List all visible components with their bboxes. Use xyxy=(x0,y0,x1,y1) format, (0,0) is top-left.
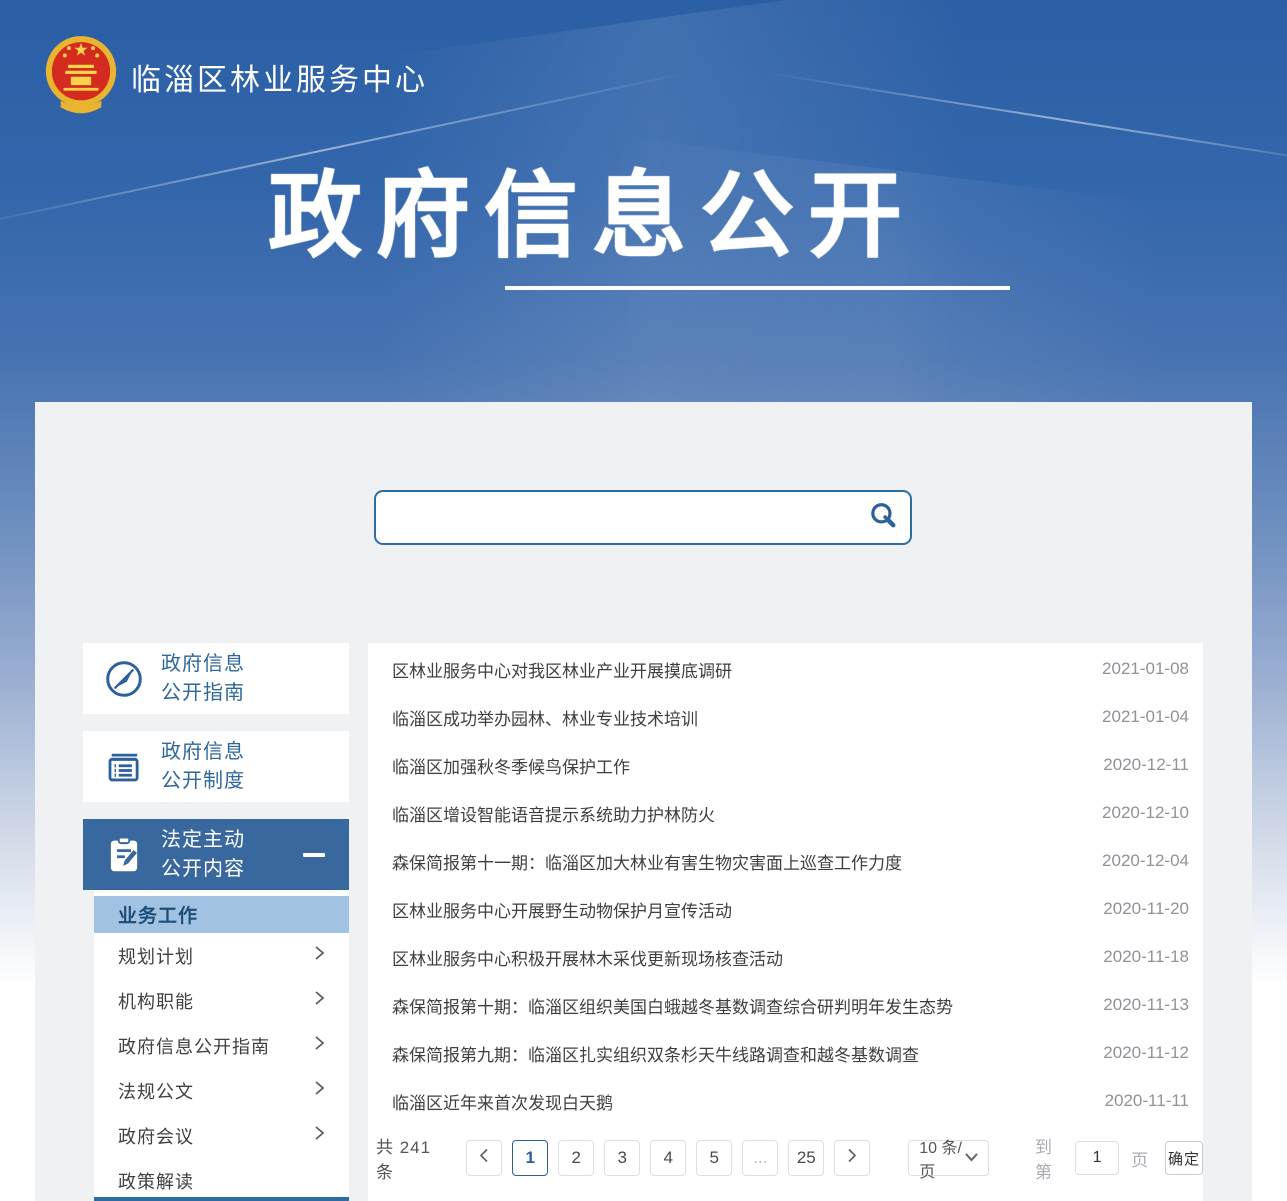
goto-suffix-label: 页 xyxy=(1131,1146,1149,1171)
article-row: 区林业服务中心对我区林业产业开展摸底调研 2021-01-08 xyxy=(368,645,1203,693)
submenu-item-functions[interactable]: 机构职能 xyxy=(94,978,349,1023)
article-list: 区林业服务中心对我区林业产业开展摸底调研 2021-01-08 临淄区成功举办园… xyxy=(368,643,1203,1201)
collapse-minus-icon[interactable] xyxy=(303,853,325,857)
article-date: 2020-11-11 xyxy=(1105,1091,1189,1111)
search-button[interactable] xyxy=(856,492,910,543)
article-row: 森保简报第十期：临淄区组织美国白蛾越冬基数调查综合研判明年发生态势 2020-1… xyxy=(368,981,1203,1029)
pagination: 共 241 条 1 2 3 4 5 ... 25 xyxy=(368,1133,1203,1183)
article-date: 2020-12-10 xyxy=(1102,803,1189,823)
article-title-link[interactable]: 森保简报第十期：临淄区组织美国白蛾越冬基数调查综合研判明年发生态势 xyxy=(392,993,953,1018)
article-date: 2020-11-18 xyxy=(1103,947,1189,967)
article-title-link[interactable]: 临淄区加强秋冬季候鸟保护工作 xyxy=(392,753,630,778)
compass-icon xyxy=(103,658,145,700)
sidebar-item-label: 法定主动 公开内容 xyxy=(161,826,245,884)
article-row: 区林业服务中心积极开展林木采伐更新现场核查活动 2020-11-18 xyxy=(368,933,1203,981)
submenu-item-regulations[interactable]: 法规公文 xyxy=(94,1068,349,1113)
chevron-right-icon xyxy=(314,1125,325,1146)
article-date: 2020-11-13 xyxy=(1103,995,1189,1015)
submenu-item-info-guide[interactable]: 政府信息公开指南 xyxy=(94,1023,349,1068)
search-input[interactable] xyxy=(376,492,856,543)
article-title-link[interactable]: 临淄区增设智能语音提示系统助力护林防火 xyxy=(392,801,715,826)
page-button-2[interactable]: 2 xyxy=(558,1140,594,1176)
submenu-item-business-work-active[interactable]: 业务工作 xyxy=(94,896,349,933)
article-date: 2020-12-11 xyxy=(1103,755,1189,775)
national-emblem-icon xyxy=(44,34,118,119)
article-date: 2020-11-20 xyxy=(1103,899,1189,919)
sidebar-item-label: 政府信息 公开指南 xyxy=(161,650,245,708)
article-date: 2021-01-04 xyxy=(1102,707,1189,727)
chevron-left-icon xyxy=(479,1148,489,1168)
submenu-item-meetings[interactable]: 政府会议 xyxy=(94,1113,349,1158)
article-title-link[interactable]: 森保简报第十一期：临淄区加大林业有害生物灾害面上巡查工作力度 xyxy=(392,849,902,874)
page-button-4[interactable]: 4 xyxy=(650,1140,686,1176)
chevron-right-icon xyxy=(314,1080,325,1101)
sidebar-item-open-guide[interactable]: 政府信息 公开指南 xyxy=(83,643,349,714)
confirm-button[interactable]: 确定 xyxy=(1165,1141,1203,1175)
chevron-right-icon xyxy=(314,990,325,1011)
article-title-link[interactable]: 区林业服务中心积极开展林木采伐更新现场核查活动 xyxy=(392,945,783,970)
chevron-down-icon xyxy=(965,1149,978,1167)
page-size-select[interactable]: 10 条/页 xyxy=(908,1140,989,1176)
sidebar-item-statutory-disclosure[interactable]: 法定主动 公开内容 xyxy=(83,819,349,890)
goto-prefix-label: 到第 xyxy=(1035,1133,1063,1183)
article-title-link[interactable]: 区林业服务中心对我区林业产业开展摸底调研 xyxy=(392,657,732,682)
submenu-item-planning[interactable]: 规划计划 xyxy=(94,933,349,978)
submenu-item-policy-interpretation[interactable]: 政策解读 xyxy=(94,1158,349,1201)
page-button-1[interactable]: 1 xyxy=(512,1140,548,1176)
article-title-link[interactable]: 区林业服务中心开展野生动物保护月宣传活动 xyxy=(392,897,732,922)
search-icon xyxy=(868,501,898,534)
goto-page-input[interactable] xyxy=(1075,1141,1119,1175)
goto-page-group: 到第 页 确定 xyxy=(1035,1133,1203,1183)
page-button-3[interactable]: 3 xyxy=(604,1140,640,1176)
prev-page-button[interactable] xyxy=(466,1140,502,1176)
article-date: 2021-01-08 xyxy=(1102,659,1189,679)
chevron-right-icon xyxy=(314,945,325,966)
page-button-5[interactable]: 5 xyxy=(696,1140,732,1176)
article-row: 临淄区加强秋冬季候鸟保护工作 2020-12-11 xyxy=(368,741,1203,789)
article-date: 2020-11-12 xyxy=(1103,1043,1189,1063)
chevron-right-icon xyxy=(847,1148,857,1168)
article-date: 2020-12-04 xyxy=(1102,851,1189,871)
page-button-25[interactable]: 25 xyxy=(788,1140,824,1176)
article-row: 临淄区增设智能语音提示系统助力护林防火 2020-12-10 xyxy=(368,789,1203,837)
sidebar-item-label: 政府信息 公开制度 xyxy=(161,738,245,796)
article-row: 临淄区成功举办园林、林业专业技术培训 2021-01-04 xyxy=(368,693,1203,741)
content-panel: 政府信息 公开指南 xyxy=(35,402,1252,1201)
article-row: 森保简报第九期：临淄区扎实组织双条杉天牛线路调查和越冬基数调查 2020-11-… xyxy=(368,1029,1203,1077)
site-brand[interactable]: 临淄区林业服务中心 xyxy=(44,34,428,119)
article-title-link[interactable]: 森保简报第九期：临淄区扎实组织双条杉天牛线路调查和越冬基数调查 xyxy=(392,1041,919,1066)
org-name: 临淄区林业服务中心 xyxy=(131,55,428,99)
clipboard-pencil-icon xyxy=(103,834,145,876)
page-title: 政府信息公开 xyxy=(268,140,916,276)
search-bar xyxy=(374,490,912,545)
title-underline xyxy=(505,286,1010,290)
article-title-link[interactable]: 临淄区近年来首次发现白天鹅 xyxy=(392,1089,613,1114)
article-row: 森保简报第十一期：临淄区加大林业有害生物灾害面上巡查工作力度 2020-12-0… xyxy=(368,837,1203,885)
sidebar-item-open-system[interactable]: 政府信息 公开制度 xyxy=(83,731,349,802)
page-ellipsis-button[interactable]: ... xyxy=(742,1140,778,1176)
sidebar: 政府信息 公开指南 xyxy=(83,643,349,1201)
article-title-link[interactable]: 临淄区成功举办园林、林业专业技术培训 xyxy=(392,705,698,730)
pagination-total: 共 241 条 xyxy=(376,1133,440,1183)
page: 临淄区林业服务中心 政府信息公开 xyxy=(0,0,1287,1201)
chevron-right-icon xyxy=(314,1035,325,1056)
sidebar-submenu: 业务工作 规划计划 机构职能 政府信息公开指南 xyxy=(94,890,349,1201)
article-row: 临淄区近年来首次发现白天鹅 2020-11-11 xyxy=(368,1077,1203,1125)
article-row: 区林业服务中心开展野生动物保护月宣传活动 2020-11-20 xyxy=(368,885,1203,933)
next-page-button[interactable] xyxy=(834,1140,870,1176)
document-icon xyxy=(103,746,145,788)
